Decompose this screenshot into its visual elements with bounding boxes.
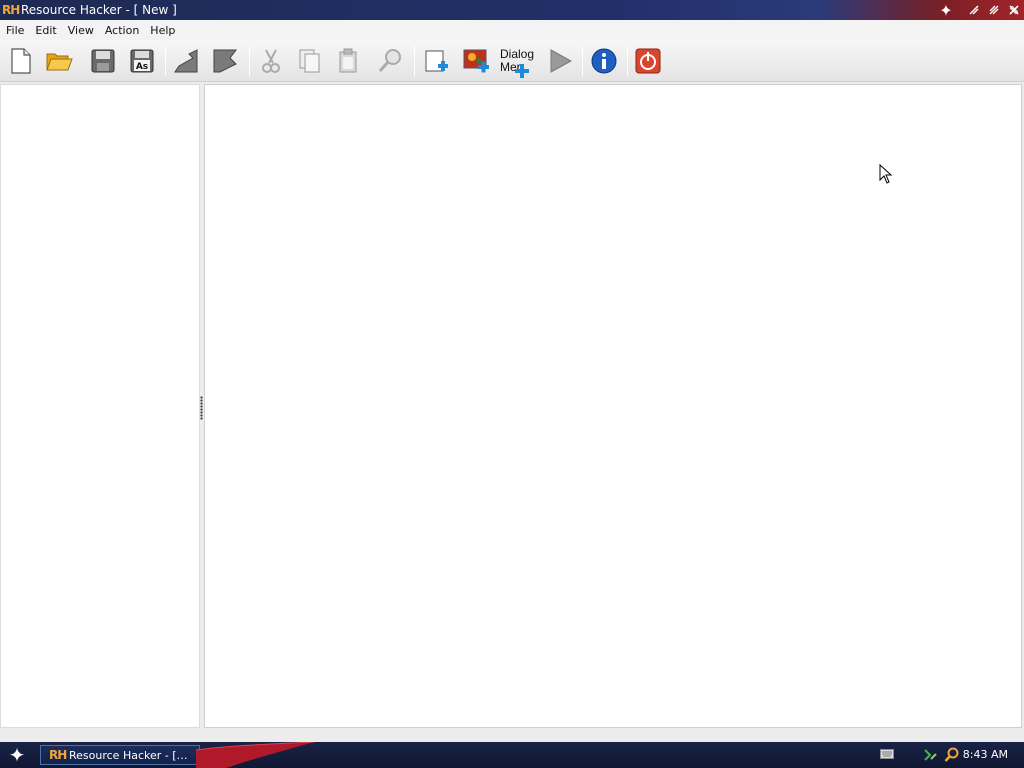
menu-help[interactable]: Help: [146, 24, 179, 37]
dialog-menu-button[interactable]: Dialog Mer: [500, 48, 536, 78]
compile-forward-button[interactable]: [209, 45, 241, 77]
compile-back-button[interactable]: [170, 45, 202, 77]
toolbar-separator: [249, 46, 250, 76]
add-resource-button[interactable]: [420, 45, 452, 77]
add-image-resource-icon: [463, 49, 489, 73]
paste-icon: [339, 48, 357, 73]
clock[interactable]: 8:43 AM: [963, 748, 1008, 761]
add-resource-icon: [425, 50, 448, 72]
toolbar-separator: [627, 46, 628, 76]
save-as-icon: As: [130, 49, 154, 73]
paste-button[interactable]: [332, 45, 364, 77]
taskbar-item-resource-hacker[interactable]: RH Resource Hacker - […: [40, 745, 200, 765]
network-icon[interactable]: [922, 747, 938, 763]
toolbar-separator: [414, 46, 415, 76]
title-bar: RH Resource Hacker - [ New ] ✦: [0, 0, 1024, 20]
copy-button[interactable]: [293, 45, 325, 77]
exit-button[interactable]: [632, 45, 664, 77]
app-logo: RH: [2, 3, 20, 17]
save-as-label: As: [136, 62, 148, 72]
menu-edit[interactable]: Edit: [31, 24, 60, 37]
task-app-logo: RH: [49, 748, 67, 762]
compile-back-icon: [174, 49, 198, 73]
dialog-menu-icon: [515, 64, 529, 78]
search-icon[interactable]: [944, 747, 960, 763]
about-button[interactable]: [588, 45, 620, 77]
task-label: Resource Hacker - […: [69, 748, 188, 762]
menu-view[interactable]: View: [64, 24, 98, 37]
editor-pane[interactable]: [204, 84, 1022, 728]
cut-button[interactable]: [255, 45, 287, 77]
cut-icon: [262, 49, 280, 73]
toolbar-separator: [165, 46, 166, 76]
menu-bar: File Edit View Action Help: [0, 20, 1024, 40]
save-as-button[interactable]: As: [126, 45, 158, 77]
status-bar: [0, 728, 1024, 742]
menu-file[interactable]: File: [2, 24, 28, 37]
toolbar: As Dialog Mer: [0, 40, 1024, 82]
about-icon: [591, 48, 617, 74]
close-icon[interactable]: [1006, 2, 1022, 18]
taskbar-decoration: [196, 742, 315, 768]
window-title: Resource Hacker - [ New ]: [21, 3, 177, 17]
new-file-icon: [11, 48, 31, 74]
menu-action[interactable]: Action: [101, 24, 143, 37]
run-script-button[interactable]: [544, 45, 576, 77]
run-script-icon: [550, 49, 573, 73]
open-folder-icon: [46, 53, 73, 71]
new-file-button[interactable]: [4, 45, 36, 77]
minimize-icon[interactable]: [966, 2, 982, 18]
compile-forward-icon: [213, 49, 237, 73]
star-icon[interactable]: ✦: [938, 1, 954, 20]
maximize-icon[interactable]: [986, 2, 1002, 18]
find-icon: [378, 49, 401, 72]
keyboard-icon[interactable]: [880, 749, 894, 759]
start-button[interactable]: ✦: [4, 743, 30, 767]
add-image-resource-button[interactable]: [460, 45, 492, 77]
mouse-cursor-icon: [879, 164, 893, 184]
splitter-grip[interactable]: [200, 396, 203, 420]
exit-icon: [635, 48, 661, 74]
find-button[interactable]: [374, 45, 406, 77]
taskbar: ✦ RH Resource Hacker - [… 8:43 AM: [0, 742, 1024, 768]
open-button[interactable]: [43, 45, 75, 77]
resource-tree-pane[interactable]: [0, 84, 200, 728]
copy-icon: [299, 49, 320, 73]
save-button[interactable]: [87, 45, 119, 77]
window-controls: ✦: [938, 0, 1022, 20]
save-icon: [91, 49, 115, 73]
toolbar-separator: [582, 46, 583, 76]
